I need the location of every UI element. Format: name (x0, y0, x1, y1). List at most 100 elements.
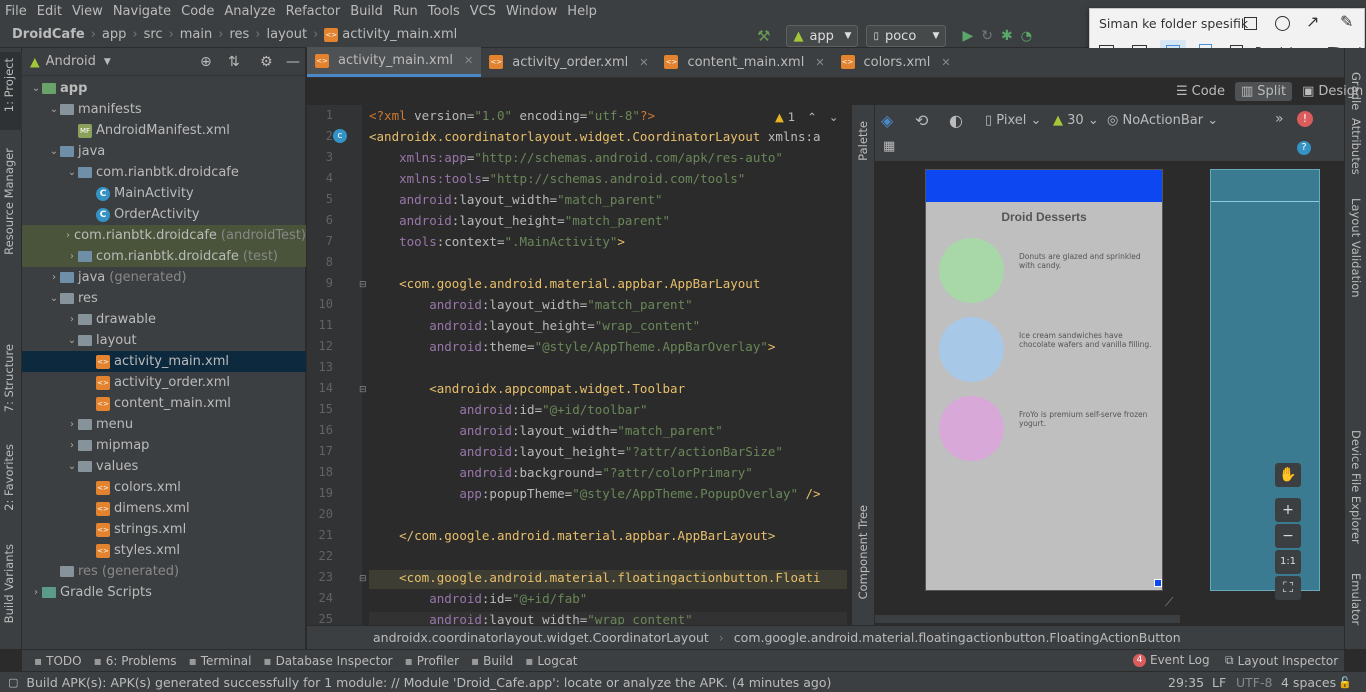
inspection-widget[interactable]: ▲ 1 ⌃ ⌄ (775, 110, 838, 124)
indent-setting[interactable]: 4 spaces (1281, 675, 1336, 690)
menu-file[interactable]: File (0, 4, 32, 19)
chevron-down-icon[interactable]: ⌄ (829, 110, 839, 124)
menu-analyze[interactable]: Analyze (219, 4, 280, 19)
breadcrumb-item[interactable]: DroidCafe (12, 27, 85, 42)
code-line[interactable]: </com.google.android.material.appbar.App… (369, 528, 775, 543)
tool-window-6-problems[interactable]: ▪ 6: Problems (94, 654, 177, 668)
locate-icon[interactable]: ⊕ (200, 54, 212, 70)
code-line[interactable]: android:layout_height="wrap_content" (369, 318, 700, 333)
theme-select[interactable]: ◎ NoActionBar ⌄ (1107, 113, 1218, 128)
dessert-item[interactable]: Donuts are glazed and sprinkled with can… (939, 238, 1159, 308)
code-line[interactable]: xmlns:app="http://schemas.android.com/ap… (369, 150, 783, 165)
tree-item[interactable]: ⌄ app (22, 78, 306, 99)
tab-emulator[interactable]: Emulator (1349, 573, 1363, 625)
tree-item[interactable]: › Gradle Scripts (22, 582, 306, 603)
chevron-icon[interactable]: › (48, 272, 60, 283)
layout-preview[interactable]: Droid Desserts Donuts are glazed and spr… (925, 169, 1163, 591)
tab-device-file-explorer[interactable]: Device File Explorer (1349, 430, 1363, 544)
tool-window-terminal[interactable]: ▪ Terminal (189, 654, 252, 668)
chevron-icon[interactable]: ⌄ (66, 461, 78, 472)
view-mode-code[interactable]: ☰ Code (1170, 82, 1231, 101)
tree-item[interactable]: <> activity_order.xml (22, 372, 306, 393)
menu-edit[interactable]: Edit (32, 4, 67, 19)
tool-window-todo[interactable]: ▪ TODO (34, 654, 82, 668)
tab-attributes[interactable]: Attributes (1349, 118, 1363, 175)
fold-icon[interactable]: ⊟ (359, 574, 367, 584)
chevron-icon[interactable]: ⌄ (30, 83, 42, 94)
project-view-select[interactable]: Android (46, 54, 96, 69)
tree-item[interactable]: <> strings.xml (22, 519, 306, 540)
close-icon[interactable]: ✕ (941, 56, 950, 69)
circle-icon[interactable] (1275, 16, 1290, 31)
zoom-actual-button[interactable]: 1:1 (1275, 550, 1301, 574)
menu-code[interactable]: Code (176, 4, 219, 19)
code-line[interactable]: android:layout_height="match_parent" (369, 213, 670, 228)
tree-item[interactable]: res (generated) (22, 561, 306, 582)
code-line[interactable]: android:layout_width="wrap_content" (369, 612, 692, 625)
menu-vcs[interactable]: VCS (465, 4, 501, 19)
chevron-icon[interactable]: › (66, 419, 78, 430)
tab-layout-validation[interactable]: Layout Validation (1349, 198, 1363, 298)
horizontal-scrollbar[interactable] (875, 615, 1180, 623)
tree-item[interactable]: ⌄ java (22, 141, 306, 162)
tree-item[interactable]: › com.rianbtk.droidcafe (androidTest) (22, 225, 306, 246)
breadcrumb-item[interactable]: src (144, 27, 163, 42)
tool-window-build[interactable]: ▪ Build (471, 654, 513, 668)
code-line[interactable]: tools:context=".MainActivity"> (369, 234, 625, 249)
tab-component-tree[interactable]: Component Tree (856, 505, 870, 599)
file-encoding[interactable]: UTF-8 (1236, 675, 1272, 690)
fold-icon[interactable]: ⊟ (359, 280, 367, 290)
chevron-icon[interactable]: › (66, 251, 78, 262)
breadcrumb-item[interactable]: com.google.android.material.floatingacti… (734, 630, 1181, 645)
dessert-item[interactable]: Ice cream sandwiches have chocolate wafe… (939, 317, 1159, 387)
menu-run[interactable]: Run (388, 4, 423, 19)
tree-item[interactable]: C OrderActivity (22, 204, 306, 225)
layers-icon[interactable]: ◈ (881, 111, 893, 130)
chevron-icon[interactable]: ⌄ (48, 104, 60, 115)
code-line[interactable]: <com.google.android.material.appbar.AppB… (369, 276, 760, 291)
code-line[interactable]: android:id="@+id/fab" (369, 591, 587, 606)
device-select[interactable]: ▯ poco ▼ (866, 25, 947, 47)
editor-tab[interactable]: <> activity_main.xml ✕ (307, 47, 482, 77)
tree-item[interactable]: <> activity_main.xml (22, 351, 306, 372)
menu-view[interactable]: View (67, 4, 108, 19)
tree-item[interactable]: ⌄ com.rianbtk.droidcafe (22, 162, 306, 183)
view-mode-design[interactable]: ▣ Design (1296, 82, 1366, 101)
gear-icon[interactable]: ⚙ (260, 54, 273, 70)
tool-window-profiler[interactable]: ▪ Profiler (405, 654, 459, 668)
tree-item[interactable]: MF AndroidManifest.xml (22, 120, 306, 141)
more-icon[interactable]: » (1275, 111, 1284, 127)
caret-position[interactable]: 29:35 (1168, 675, 1204, 690)
blueprint-icon[interactable]: ▦ (883, 139, 895, 154)
line-separator[interactable]: LF (1212, 675, 1226, 690)
editor-tab[interactable]: <> activity_order.xml ✕ (481, 47, 656, 77)
close-icon[interactable]: ✕ (639, 56, 648, 69)
breadcrumb-item[interactable]: activity_main.xml (342, 27, 457, 42)
api-select[interactable]: ▲ 30 ⌄ (1053, 113, 1099, 128)
code-line[interactable]: android:layout_width="match_parent" (369, 423, 722, 438)
class-marker-icon[interactable]: c (333, 129, 347, 143)
editor-tab[interactable]: <> content_main.xml ✕ (656, 47, 832, 77)
tree-item[interactable]: › com.rianbtk.droidcafe (test) (22, 246, 306, 267)
code-editor[interactable]: 1 2 3 4 5 6 7 8 9 10 11 12 13 14 15 16 17 18 19 20 21 22 23 24 2… (307, 105, 848, 625)
breadcrumb-item[interactable]: main (180, 27, 212, 42)
menu-tools[interactable]: Tools (423, 4, 465, 19)
tool-window-database-inspector[interactable]: ▪ Database Inspector (263, 654, 392, 668)
code-line[interactable]: android:theme="@style/AppTheme.AppBarOve… (369, 339, 775, 354)
tree-item[interactable]: ⌄ layout (22, 330, 306, 351)
tab-structure[interactable]: 7: Structure (2, 344, 16, 412)
menu-help[interactable]: Help (562, 4, 602, 19)
tab-resource-manager[interactable]: Resource Manager (2, 148, 16, 255)
tab-build-variants[interactable]: Build Variants (2, 544, 16, 623)
help-icon[interactable]: ? (1297, 141, 1311, 155)
arrow-icon[interactable]: ↗ (1306, 12, 1319, 31)
zoom-in-button[interactable]: + (1275, 498, 1301, 522)
tree-item[interactable]: ⌄ manifests (22, 99, 306, 120)
code-line[interactable]: app:popupTheme="@style/AppTheme.PopupOve… (369, 486, 820, 501)
run-icon[interactable]: ▶ (962, 28, 973, 44)
view-mode-split[interactable]: ▥ Split (1234, 81, 1293, 101)
close-icon[interactable]: ✕ (815, 56, 824, 69)
fab-marker[interactable] (1154, 579, 1162, 587)
tool-window-logcat[interactable]: ▪ Logcat (525, 654, 577, 668)
tree-item[interactable]: <> colors.xml (22, 477, 306, 498)
